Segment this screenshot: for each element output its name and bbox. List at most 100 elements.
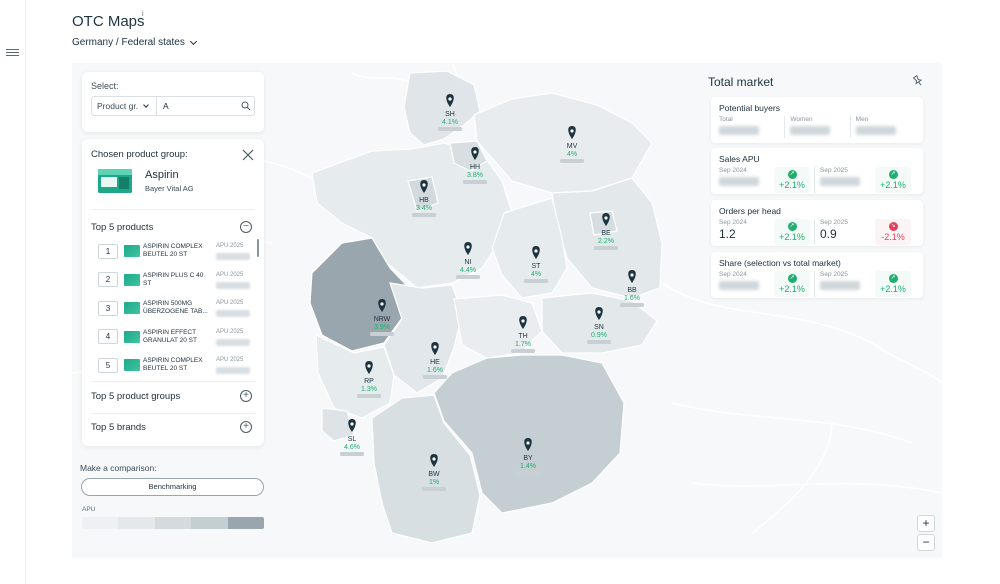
zoom-in-button[interactable]: + (917, 515, 935, 532)
region-code: BB (627, 287, 637, 294)
delta-badge: ↗ +2.1% (774, 167, 810, 193)
kpi-label-total: Total (719, 116, 733, 123)
product-thumbnail (124, 330, 140, 343)
top-products-list: 1 ASPIRIN COMPLEX BEUTEL 20 ST APU 2025 2 AS… (91, 237, 261, 380)
map-pin-dot (466, 245, 470, 249)
region-code: NI (465, 259, 472, 266)
product-manufacturer: Bayer Vital AG (145, 184, 194, 193)
blurred-value (216, 367, 250, 375)
potential-buyers-card: Potential buyers Total Women Men (711, 97, 923, 143)
region-share: 4% (531, 271, 541, 278)
region-share: 4.6% (344, 444, 360, 451)
chosen-label: Chosen product group: (91, 149, 188, 160)
region-share: 3.4% (416, 205, 432, 212)
region-share: 3.8% (467, 172, 483, 179)
search-icon[interactable] (238, 101, 254, 111)
blurred-value (820, 177, 860, 186)
product-row-name: ASPIRIN PLUS C 40 ST (143, 271, 204, 287)
product-thumbnail (124, 273, 140, 286)
blurred-value (216, 253, 250, 261)
map-pin-dot (597, 310, 601, 314)
kpi-label-women: Women (790, 116, 813, 123)
search-input[interactable]: A (157, 101, 238, 111)
expand-icon[interactable]: + (240, 390, 252, 402)
apu-column: APU 2025 (216, 242, 250, 261)
select-card: Select: Product gr. A (82, 72, 264, 132)
region-share: 1.3% (361, 386, 377, 393)
top-products-title: Top 5 products (91, 222, 154, 233)
map-pin-dot (422, 183, 426, 187)
left-rail (0, 0, 26, 584)
scrollbar[interactable] (257, 239, 259, 257)
menu-icon[interactable] (6, 49, 19, 57)
close-icon[interactable] (242, 149, 254, 161)
blurred-value (340, 452, 364, 456)
region-share: 2.2% (598, 238, 614, 245)
product-name: Aspirin (145, 169, 179, 181)
breadcrumb[interactable]: Germany / Federal states (72, 37, 197, 48)
blurred-value (456, 275, 480, 279)
kpi-title: Share (selection vs total market) (719, 258, 841, 268)
rank-badge: 2 (98, 272, 118, 288)
blurred-value (719, 177, 759, 186)
list-item[interactable]: 3 ASPIRIN 500MG ÜBERZOGENE TAB... APU 2025 (91, 294, 261, 323)
product-package-image (98, 169, 132, 193)
share-card: Share (selection vs total market) Sep 20… (711, 252, 923, 298)
divider (91, 413, 255, 414)
map-pin-dot (367, 364, 371, 368)
list-item[interactable]: 5 ASPIRIN COMPLEX BEUTEL 20 ST APU 2025 (91, 351, 261, 380)
page-title: OTC Maps (72, 13, 145, 30)
comparison-label: Make a comparison: (80, 463, 157, 473)
map-pin-dot (630, 273, 634, 277)
arrow-up-icon: ↗ (888, 170, 898, 179)
region-share: 1% (429, 479, 439, 486)
region-share: 0.9% (591, 332, 607, 339)
product-thumbnail (124, 302, 140, 315)
product-card: Chosen product group: Aspirin Bayer Vita… (82, 139, 264, 446)
chevron-down-icon (189, 37, 197, 45)
kpi-title: Potential buyers (719, 103, 780, 113)
region-code: NRW (374, 316, 391, 323)
map-pin-dot (604, 216, 608, 220)
region-code: SN (594, 324, 604, 331)
blurred-value (620, 303, 644, 307)
apu-column: APU 2025 (216, 356, 250, 375)
region-code: MV (567, 143, 578, 150)
list-item[interactable]: 4 ASPIRIN EFFECT GRANULAT 20 ST APU 2025 (91, 323, 261, 352)
region-code: TH (518, 333, 527, 340)
blurred-value (511, 349, 535, 353)
arrow-down-icon: ↘ (888, 222, 898, 231)
map-pin-dot (448, 97, 452, 101)
blurred-value (855, 126, 896, 135)
list-item[interactable]: 1 ASPIRIN COMPLEX BEUTEL 20 ST APU 2025 (91, 237, 261, 266)
zoom-out-button[interactable]: − (917, 534, 935, 551)
apu-column: APU 2025 (216, 328, 250, 346)
map-pin-dot (526, 441, 530, 445)
blurred-value (370, 332, 394, 336)
info-icon[interactable]: i (142, 11, 144, 18)
select-label: Select: (91, 81, 119, 91)
benchmarking-button[interactable]: Benchmarking (81, 478, 264, 496)
blurred-value (438, 127, 462, 131)
list-item[interactable]: 2 ASPIRIN PLUS C 40 ST APU 2025 (91, 266, 261, 295)
market-title: Total market (708, 75, 774, 89)
blurred-value (463, 180, 487, 184)
blurred-value (412, 213, 436, 217)
blurred-value (423, 375, 447, 379)
pin-icon[interactable] (912, 75, 924, 87)
map-pin-dot (473, 150, 477, 154)
map-pin-dot (380, 302, 384, 306)
region-code: SL (348, 436, 357, 443)
apu-column: APU 2025 (216, 299, 250, 318)
top-brands-title[interactable]: Top 5 brands (91, 422, 146, 433)
rank-badge: 3 (98, 300, 118, 316)
region-code: HH (470, 164, 480, 171)
collapse-icon[interactable]: − (240, 221, 252, 233)
arrow-up-icon: ↗ (787, 170, 797, 179)
expand-icon[interactable]: + (240, 421, 252, 433)
kpi-title: Sales APU (719, 154, 760, 164)
divider (91, 381, 255, 382)
product-group-dropdown[interactable]: Product gr. (92, 97, 157, 115)
top-product-groups-title[interactable]: Top 5 product groups (91, 391, 180, 402)
product-thumbnail (124, 359, 140, 372)
